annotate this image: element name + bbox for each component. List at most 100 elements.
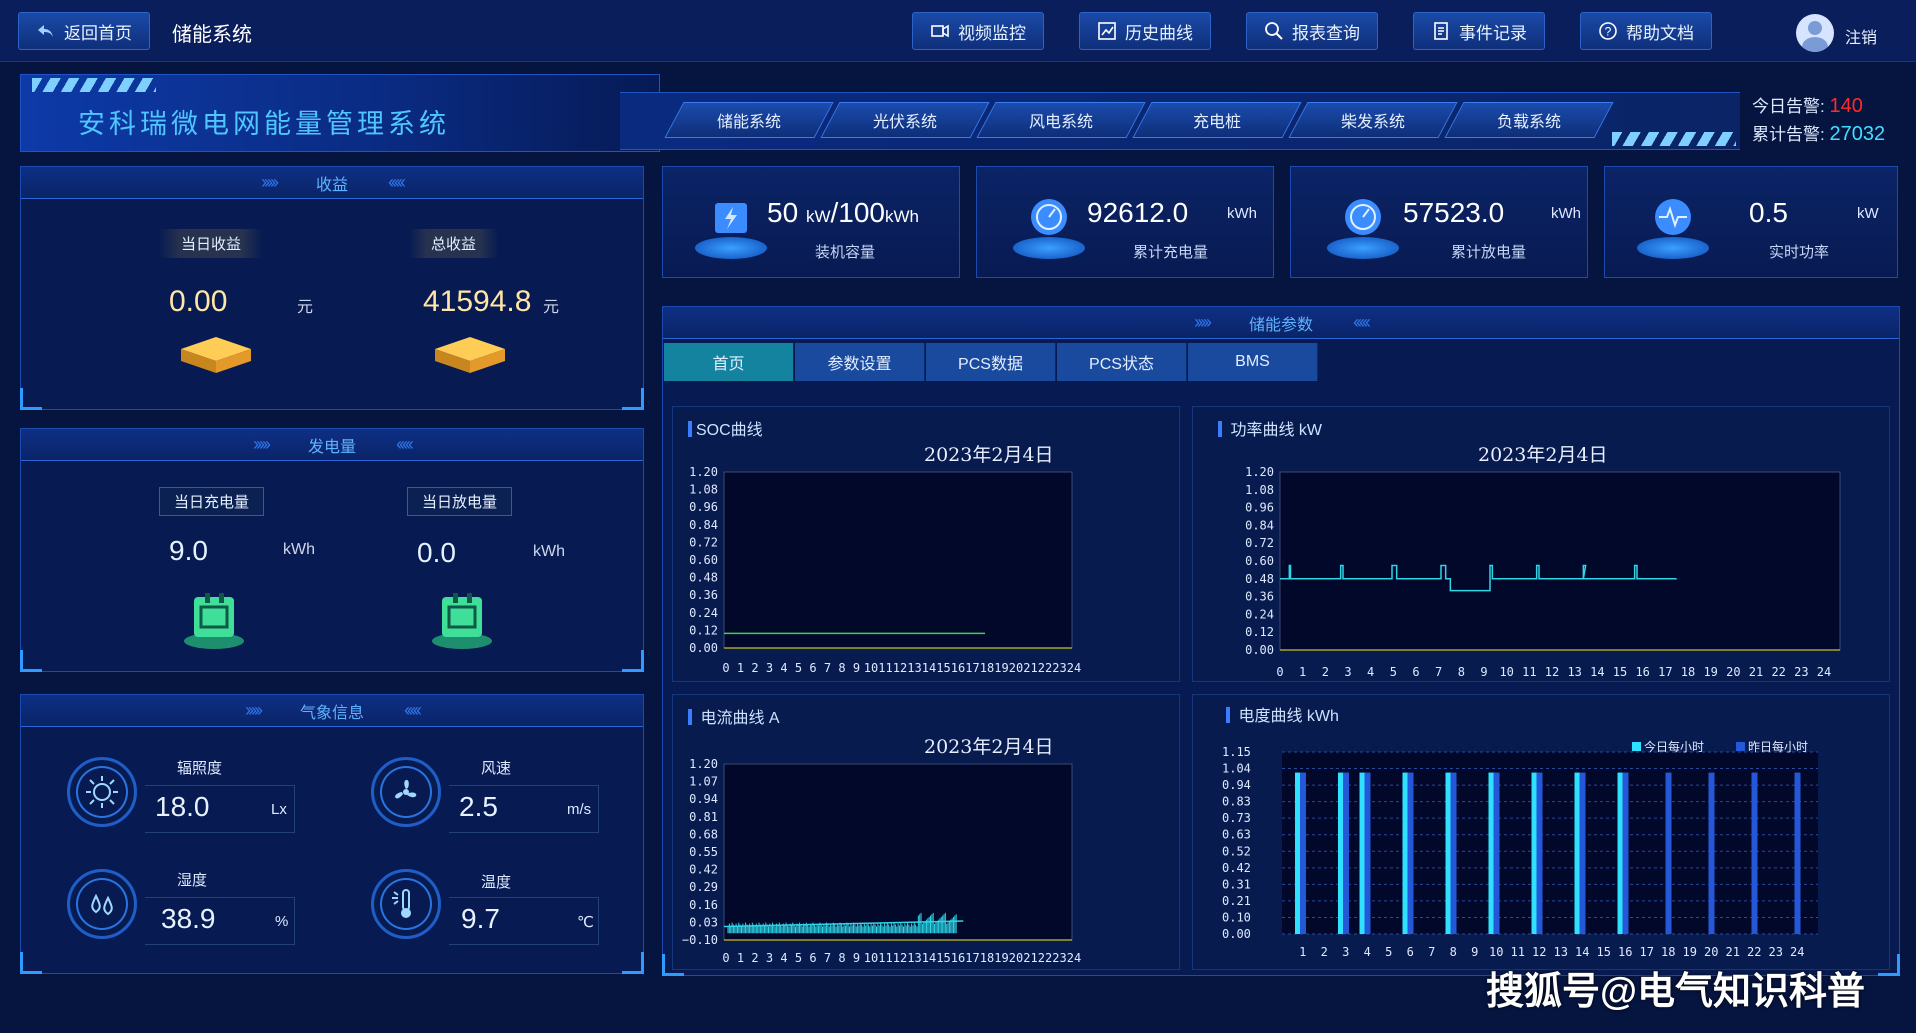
x-tick-label: 2 xyxy=(751,661,758,675)
x-tick-label: 21 xyxy=(1023,951,1037,965)
humidity-icon xyxy=(67,869,137,939)
y-tick-label: 0.60 xyxy=(689,553,718,567)
x-tick-label: 10 xyxy=(1499,665,1513,679)
x-tick-label: 19 xyxy=(994,661,1008,675)
back-home-button[interactable]: 返回首页 xyxy=(18,12,150,50)
wind-unit: m/s xyxy=(567,801,592,818)
back-home-label: 返回首页 xyxy=(64,23,132,43)
thermometer-icon xyxy=(371,869,441,939)
y-tick-label: 0.36 xyxy=(689,588,718,602)
weather-panel: ››››› 气象信息 ‹‹‹‹‹ 辐照度 18.0 Lx 风速 2.5 m/s … xyxy=(20,694,644,974)
charge-total-value: 92612.0 xyxy=(1087,197,1189,228)
x-tick-label: 9 xyxy=(1471,945,1478,959)
x-tick-label: 3 xyxy=(1342,945,1349,959)
tab-charging[interactable]: 充电桩 xyxy=(1132,102,1302,138)
nav-history-button[interactable]: 历史曲线 xyxy=(1079,12,1211,50)
chevron-left-icon: ‹‹‹‹‹ xyxy=(1353,312,1371,332)
gold-stack-icon xyxy=(181,337,251,373)
x-tick-label: 2 xyxy=(1322,665,1329,679)
y-tick-label: 0.00 xyxy=(689,641,718,655)
alarm-today-value: 140 xyxy=(1829,95,1863,117)
tab-pcs-data[interactable]: PCS数据 xyxy=(926,343,1056,381)
current-chart: 1.20 1.07 0.94 0.81 0.68 0.55 0.42 0.29 0.16 0.03… xyxy=(682,757,1081,965)
energy-bar xyxy=(1622,772,1629,934)
logout-link[interactable]: 注销 xyxy=(1845,24,1877,48)
chevron-right-icon: ››››› xyxy=(1194,312,1212,332)
realtime-power-card: 0.5 kW 实时功率 xyxy=(1604,166,1898,278)
storage-panel-head: ››››› 储能参数 ‹‹‹‹‹ xyxy=(663,307,1899,339)
x-tick-label: 21 xyxy=(1726,945,1740,959)
generation-panel: ››››› 发电量 ‹‹‹‹‹ 当日充电量 当日放电量 9.0 kWh 0.0 … xyxy=(20,428,644,672)
x-tick-label: 8 xyxy=(838,951,845,965)
revenue-panel: ››››› 收益 ‹‹‹‹‹ 当日收益 总收益 0.00 元 41594.8 元 xyxy=(20,166,644,410)
nav-events-button[interactable]: 事件记录 xyxy=(1413,12,1545,50)
x-tick-label: 21 xyxy=(1749,665,1763,679)
plot-area xyxy=(723,763,1073,941)
realtime-power-label: 实时功率 xyxy=(1769,244,1830,261)
nav-video-button[interactable]: 视频监控 xyxy=(912,12,1044,50)
x-tick-label: 8 xyxy=(838,661,845,675)
wind-label: 风速 xyxy=(481,760,512,777)
daily-charge-unit: kWh xyxy=(283,541,315,558)
x-tick-label: 6 xyxy=(809,661,816,675)
legend-label: 今日每小时 xyxy=(1644,740,1704,754)
header-stripes xyxy=(32,78,156,92)
y-tick-label: 0.96 xyxy=(689,500,718,514)
nav-report-button[interactable]: 报表查询 xyxy=(1246,12,1378,50)
nav-help-button[interactable]: ? 帮助文档 xyxy=(1580,12,1712,50)
x-tick-label: 22 xyxy=(1038,661,1052,675)
y-tick-label: −0.10 xyxy=(682,933,718,947)
nav-events-label: 事件记录 xyxy=(1459,23,1527,43)
y-tick-label: 0.83 xyxy=(1222,795,1251,809)
tab-storage[interactable]: 储能系统 xyxy=(664,102,834,138)
x-tick-label: 15 xyxy=(936,951,950,965)
y-tick-label: 0.29 xyxy=(689,880,718,894)
x-tick-label: 11 xyxy=(878,661,892,675)
capacity-energy-value: /100 xyxy=(830,197,885,228)
y-tick-label: 0.52 xyxy=(1222,844,1251,858)
tab-wind[interactable]: 风电系统 xyxy=(976,102,1146,138)
discharge-total-label: 累计放电量 xyxy=(1451,244,1527,261)
x-tick-label: 5 xyxy=(795,661,802,675)
tab-bms[interactable]: BMS xyxy=(1188,343,1318,381)
tab-diesel[interactable]: 柴发系统 xyxy=(1288,102,1458,138)
x-tick-label: 22 xyxy=(1747,945,1761,959)
today-revenue-value: 0.00 xyxy=(169,285,228,318)
power-chart-unit: kW xyxy=(1298,422,1323,439)
x-tick-label: 8 xyxy=(1458,665,1465,679)
sun-icon xyxy=(67,757,137,827)
x-tick-label: 12 xyxy=(1532,945,1546,959)
humidity-value: 38.9 xyxy=(161,903,216,934)
energy-bar xyxy=(1407,772,1414,934)
chevron-right-icon: ››››› xyxy=(245,700,263,720)
daily-discharge-value: 0.0 xyxy=(417,537,456,568)
x-tick-label: 20 xyxy=(1009,951,1023,965)
tab-param-settings[interactable]: 参数设置 xyxy=(795,343,925,381)
energy-bar xyxy=(1794,772,1801,934)
y-tick-label: 0.42 xyxy=(1222,861,1251,875)
revenue-title: 收益 xyxy=(315,176,348,194)
x-tick-label: 13 xyxy=(907,661,921,675)
x-tick-label: 23 xyxy=(1794,665,1808,679)
revenue-panel-head: ››››› 收益 ‹‹‹‹‹ xyxy=(21,167,643,199)
gold-stack-icon xyxy=(435,337,505,373)
x-tick-label: 7 xyxy=(1435,665,1442,679)
x-tick-label: 18 xyxy=(1661,945,1675,959)
tab-pcs-status[interactable]: PCS状态 xyxy=(1057,343,1187,381)
x-tick-label: 13 xyxy=(1567,665,1581,679)
x-tick-label: 16 xyxy=(1618,945,1632,959)
system-title: 安科瑞微电网能量管理系统 xyxy=(78,109,450,140)
irradiance-label: 辐照度 xyxy=(177,760,223,777)
today-revenue-unit: 元 xyxy=(297,299,314,316)
y-tick-label: 1.20 xyxy=(1245,465,1274,479)
tab-pv[interactable]: 光伏系统 xyxy=(820,102,990,138)
x-tick-label: 7 xyxy=(824,951,831,965)
daily-charge-value: 9.0 xyxy=(169,535,208,566)
x-tick-label: 19 xyxy=(1683,945,1697,959)
alarm-today: 今日告警: 140 xyxy=(1752,92,1863,118)
user-avatar[interactable] xyxy=(1796,14,1834,52)
tab-load[interactable]: 负载系统 xyxy=(1444,102,1614,138)
energy-bar xyxy=(1708,772,1715,934)
tab-home[interactable]: 首页 xyxy=(664,343,794,381)
y-tick-label: 0.31 xyxy=(1222,877,1251,891)
